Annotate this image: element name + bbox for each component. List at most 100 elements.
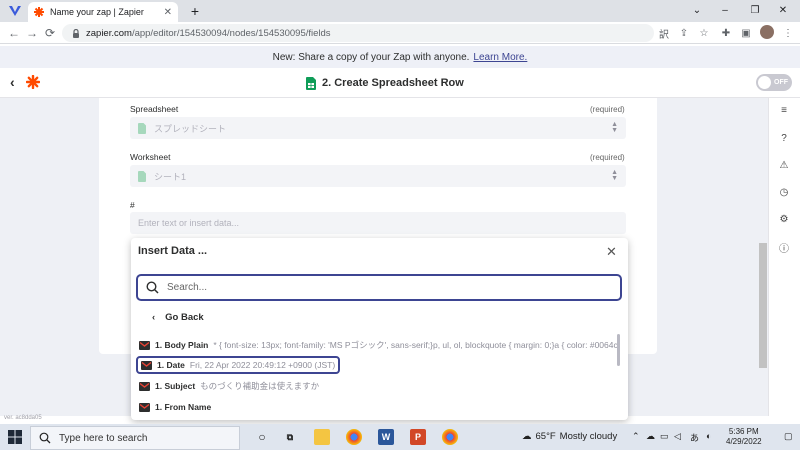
ime-indicator[interactable]: あ (690, 431, 699, 444)
google-sheets-icon (138, 170, 146, 182)
history-clock-icon[interactable]: ◷ (777, 185, 791, 199)
learn-more-link[interactable]: Learn More. (473, 52, 527, 63)
chrome-app-icon[interactable] (346, 429, 362, 445)
worksheet-required: (required) (590, 153, 625, 162)
info-icon[interactable]: ⓘ (777, 240, 791, 255)
back-button[interactable]: ← (6, 25, 22, 41)
tab-title: Name your zap | Zapier (50, 7, 144, 17)
share-icon[interactable]: ⇪ (676, 25, 692, 41)
reload-button[interactable]: ⟳ (42, 25, 58, 41)
gmail-icon (139, 381, 150, 391)
chrome-app-icon[interactable] (442, 429, 458, 445)
taskbar-clock[interactable]: 5:36 PM 4/29/2022 (726, 427, 762, 447)
ime-mode-icon[interactable]: ◐ (706, 431, 711, 441)
hash-field-placeholder: Enter text or insert data... (138, 218, 240, 228)
new-tab-button[interactable]: + (186, 2, 204, 20)
taskbar-search-input[interactable]: Type here to search (30, 426, 240, 450)
go-back-label: Go Back (165, 312, 204, 323)
dropdown-scrollbar[interactable] (617, 334, 620, 366)
chevron-left-icon: ‹ (152, 312, 156, 323)
clock-time: 5:36 PM (728, 427, 759, 436)
page-scrollbar[interactable] (759, 243, 767, 368)
toggle-label: OFF (774, 79, 788, 86)
vpn-logo-icon[interactable] (8, 4, 22, 18)
maximize-button[interactable]: ❐ (744, 2, 766, 18)
announcement-text: New: Share a copy of your Zap with anyon… (272, 51, 470, 63)
spreadsheet-value: スプレッドシート (154, 123, 227, 134)
gmail-icon (139, 340, 150, 350)
translate-icon[interactable]: 訳 (656, 25, 672, 41)
onedrive-icon[interactable]: ☁ (646, 431, 655, 442)
gmail-icon (141, 360, 152, 370)
item-key: 1. Body Plain (155, 340, 209, 350)
item-value: ものづくり補助金は使えますか (200, 381, 320, 391)
spreadsheet-required: (required) (590, 105, 625, 114)
search-icon (39, 432, 51, 444)
browser-menu-icon[interactable]: ⋮ (780, 25, 796, 41)
insert-data-item[interactable]: 1. Subject ものづくり補助金は使えますか (136, 377, 323, 395)
weather-text: Mostly cloudy (559, 431, 618, 442)
file-explorer-icon[interactable] (314, 429, 330, 445)
item-value: Fri, 22 Apr 2022 20:49:12 +0900 (JST) (189, 360, 336, 370)
google-sheets-icon (306, 76, 316, 90)
select-arrows-icon: ▲ ▼ (611, 121, 618, 134)
spreadsheet-label: Spreadsheet (130, 104, 179, 114)
forward-button[interactable]: → (24, 25, 40, 41)
word-app-icon[interactable]: W (378, 429, 394, 445)
browser-tab[interactable]: Name your zap | Zapier ✕ (28, 2, 178, 22)
address-bar[interactable]: zapier.com/app/editor/154530094/nodes/15… (62, 24, 654, 42)
settings-gear-icon[interactable]: ⚙ (777, 212, 791, 226)
window-close-button[interactable]: ✕ (772, 2, 794, 18)
insert-data-search-input[interactable]: Search... (136, 274, 622, 301)
task-view-icon[interactable]: ⧉ (282, 429, 298, 445)
weather-temp: 65°F (535, 431, 556, 442)
back-chevron-icon[interactable]: ‹ (10, 74, 24, 90)
step-title-label: 2. Create Spreadsheet Row (322, 77, 464, 89)
search-icon (146, 281, 159, 294)
worksheet-value: シート1 (154, 171, 187, 182)
hash-field-input[interactable]: Enter text or insert data... (130, 212, 626, 234)
zapier-favicon-icon (34, 7, 44, 17)
extensions-icon[interactable]: ✚ (718, 25, 734, 41)
worksheet-select[interactable]: シート1 ▲ ▼ (130, 165, 626, 187)
insert-data-item[interactable]: 1. Body Plain * { font-size: 13px; font-… (136, 336, 618, 354)
notifications-icon[interactable]: ▢ (784, 431, 793, 442)
go-back-button[interactable]: ‹ Go Back (152, 312, 204, 323)
profile-avatar[interactable] (760, 25, 774, 39)
insert-data-item-selected[interactable]: 1. Date Fri, 22 Apr 2022 20:49:12 +0900 … (136, 356, 341, 374)
zapier-logo-icon[interactable] (26, 75, 40, 89)
announcement-bar: New: Share a copy of your Zap with anyon… (0, 46, 800, 68)
version-label: ver. ac8dda05 (4, 415, 42, 421)
step-title[interactable]: 2. Create Spreadsheet Row (306, 75, 464, 91)
warning-icon[interactable]: ⚠ (777, 158, 791, 172)
network-icon[interactable]: ▭ (660, 431, 669, 442)
search-placeholder: Search... (167, 282, 208, 293)
minimize-button[interactable]: – (714, 2, 736, 18)
tab-close-icon[interactable]: ✕ (164, 7, 172, 18)
tray-chevron-icon[interactable]: ⌃ (632, 431, 640, 442)
right-sidebar (768, 98, 800, 416)
side-panel-icon[interactable]: ▣ (738, 25, 754, 41)
zap-on-off-toggle[interactable]: OFF (756, 74, 792, 91)
help-icon[interactable]: ? (777, 131, 791, 145)
lock-icon[interactable] (72, 28, 80, 38)
details-list-icon[interactable]: ≡ (777, 103, 791, 117)
windows-start-icon[interactable] (8, 430, 22, 444)
item-value: * { font-size: 13px; font-family: 'MS Pゴ… (213, 340, 618, 350)
powerpoint-app-icon[interactable]: P (410, 429, 426, 445)
weather-widget[interactable]: ☁ 65°F Mostly cloudy (522, 431, 617, 442)
cortana-icon[interactable]: ○ (254, 429, 270, 445)
item-key: 1. Subject (155, 381, 196, 391)
toggle-knob (758, 76, 771, 89)
tab-search-icon[interactable]: ⌄ (686, 2, 708, 18)
close-icon[interactable]: ✕ (606, 244, 617, 260)
insert-data-item[interactable]: 1. From Name (136, 398, 220, 416)
url-path: /app/editor/154530094/nodes/154530095/fi… (131, 27, 331, 39)
weather-cloud-icon: ☁ (522, 431, 532, 442)
item-key: 1. Date (157, 360, 185, 370)
url-host: zapier.com (86, 27, 132, 39)
hash-field-label: # (130, 200, 135, 210)
speaker-icon[interactable]: ◁ (674, 431, 681, 442)
spreadsheet-select[interactable]: スプレッドシート ▲ ▼ (130, 117, 626, 139)
bookmark-star-icon[interactable]: ☆ (696, 25, 712, 41)
